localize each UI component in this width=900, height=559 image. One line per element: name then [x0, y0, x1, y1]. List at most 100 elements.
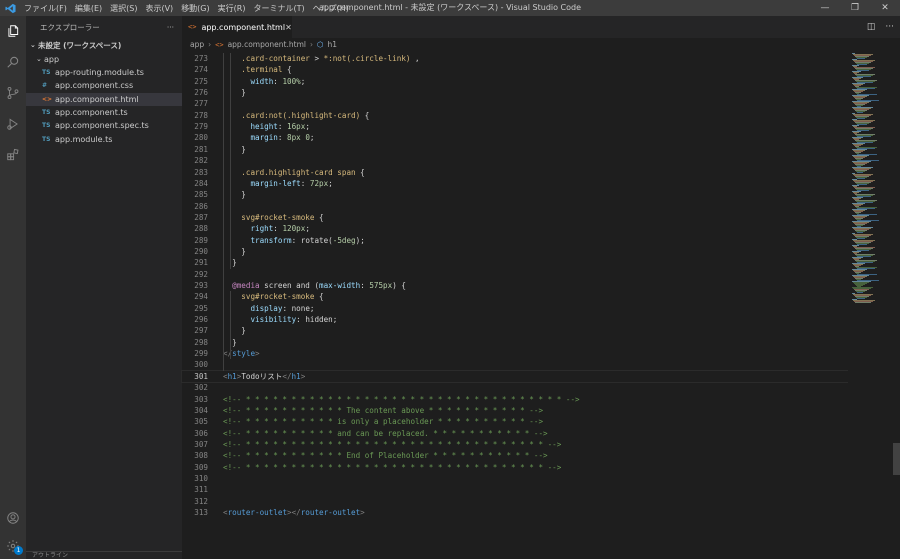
minimap-line	[857, 112, 863, 113]
code-line: 282	[182, 155, 848, 166]
code-token: margin	[250, 133, 278, 143]
code-line: 304 <!-- * * * * * * * * * * * The conten…	[182, 405, 848, 416]
code-token: screen and (	[259, 281, 320, 290]
code-token: 72px	[309, 178, 329, 188]
source-control-icon[interactable]	[0, 80, 26, 106]
code-text: }	[223, 246, 246, 257]
folder-app[interactable]: ⌄ app	[26, 52, 182, 66]
scrollbar-thumb[interactable]	[893, 443, 900, 475]
code-token: *:not(.circle-link)	[323, 54, 411, 63]
code-token: {	[360, 110, 370, 120]
line-number: 290	[194, 246, 208, 256]
code-line: 274 .terminal {	[182, 64, 848, 75]
explorer-more-button[interactable]: ···	[167, 23, 174, 32]
menu-item[interactable]: ファイル(F)	[20, 3, 71, 14]
code-line: 313 <router-outlet></router-outlet>	[182, 507, 848, 518]
code-text: }	[223, 144, 246, 155]
file-name: app.component.spec.ts	[55, 121, 149, 131]
menu-item[interactable]: 実行(R)	[214, 3, 250, 14]
workspace-section[interactable]: ⌄ 未設定 (ワークスペース)	[26, 38, 182, 52]
explorer-header: エクスプローラー ···	[26, 16, 182, 38]
code-text: svg#rocket-smoke {	[223, 212, 324, 223]
minimize-button[interactable]: —	[810, 0, 840, 16]
code-token: :	[300, 178, 310, 188]
file-item[interactable]: TS app.module.ts	[26, 132, 182, 145]
code-line: 275 width: 100%;	[182, 76, 848, 87]
close-window-button[interactable]: ✕	[870, 0, 900, 16]
code-line: 299 </style>	[182, 348, 848, 359]
code-text: display: none;	[223, 303, 314, 314]
code-token: {	[314, 212, 324, 222]
explorer-sidebar: エクスプローラー ··· ⌄ 未設定 (ワークスペース) ⌄ app TS app…	[26, 16, 182, 559]
menu-item[interactable]: 移動(G)	[177, 3, 213, 14]
files-icon[interactable]	[0, 18, 26, 44]
more-actions-icon[interactable]: ···	[885, 22, 894, 32]
indent-guide	[229, 53, 231, 269]
breadcrumb-separator: ›	[208, 40, 212, 49]
code-token: router-outlet	[300, 508, 361, 517]
menu-item[interactable]: ターミナル(T)	[249, 3, 308, 14]
breadcrumb-item-app[interactable]: app	[190, 40, 204, 49]
file-item[interactable]: TS app.component.ts	[26, 106, 182, 119]
file-item[interactable]: <> app.component.html	[26, 92, 182, 106]
editor-scrollbar[interactable]	[893, 51, 900, 559]
code-token: );	[355, 235, 365, 245]
code-line: 297 }	[182, 325, 848, 336]
code-token: visibility	[250, 315, 297, 325]
code-editor[interactable]: 273 .card-container > *:not(.circle-link…	[181, 51, 849, 559]
code-line: 310	[182, 473, 848, 484]
close-icon[interactable]: ✕	[285, 23, 292, 32]
code-token: .terminal	[241, 65, 283, 75]
code-token: ;	[309, 303, 315, 313]
line-number: 286	[194, 201, 208, 211]
run-debug-icon[interactable]	[0, 111, 26, 137]
restore-button[interactable]: ❐	[840, 0, 870, 16]
tab-app-component-html[interactable]: <> app.component.html ✕	[182, 16, 292, 38]
code-token: ) {	[392, 281, 406, 290]
code-token: >	[255, 349, 260, 359]
breadcrumb-item-h1[interactable]: h1	[328, 40, 338, 49]
code-token: :	[277, 122, 288, 132]
line-number: 280	[194, 133, 208, 143]
code-token: style	[232, 349, 256, 359]
code-token: }	[223, 190, 246, 200]
split-editor-icon[interactable]: ◫	[867, 22, 876, 32]
code-line: 298 }	[182, 337, 848, 348]
code-token: 100%	[282, 76, 301, 86]
line-number: 291	[194, 258, 208, 268]
code-line: 292	[182, 269, 848, 280]
code-token: svg#rocket-smoke	[241, 292, 315, 302]
extensions-icon[interactable]	[0, 142, 26, 168]
file-item[interactable]: TS app.component.spec.ts	[26, 119, 182, 132]
file-item[interactable]: # app.component.css	[26, 79, 182, 92]
code-token: >	[360, 508, 365, 517]
outline-section[interactable]: アウトライン	[26, 551, 182, 559]
code-token: :	[291, 235, 301, 245]
line-number: 312	[194, 496, 208, 506]
indent-guide	[223, 53, 224, 371]
workspace-label: 未設定 (ワークスペース)	[38, 40, 122, 50]
menu-item[interactable]: 表示(V)	[141, 3, 177, 14]
vscode-logo-icon[interactable]	[0, 0, 20, 16]
breadcrumb-item-file[interactable]: app.component.html	[228, 40, 306, 49]
chevron-down-icon: ⌄	[36, 55, 42, 63]
menu-item[interactable]: ヘルプ(H)	[309, 3, 353, 14]
html-file-icon: <>	[188, 23, 197, 31]
code-line: 283 .card.highlight-card span {	[182, 167, 848, 178]
typescript-file-icon: TS	[42, 109, 51, 117]
code-token: ;	[305, 122, 310, 132]
code-text: <!-- * * * * * * * * * * is only a place…	[223, 416, 543, 427]
menu-item[interactable]: 選択(S)	[106, 3, 141, 14]
line-number: 302	[194, 383, 208, 393]
file-name: app-routing.module.ts	[55, 68, 144, 78]
menu-item[interactable]: 編集(E)	[71, 3, 106, 14]
search-icon[interactable]	[0, 49, 26, 75]
settings-gear-icon[interactable]: 1	[0, 533, 26, 559]
account-icon[interactable]	[0, 505, 26, 531]
code-line: 305 <!-- * * * * * * * * * * is only a pl…	[182, 416, 848, 427]
file-item[interactable]: TS app-routing.module.ts	[26, 66, 182, 79]
